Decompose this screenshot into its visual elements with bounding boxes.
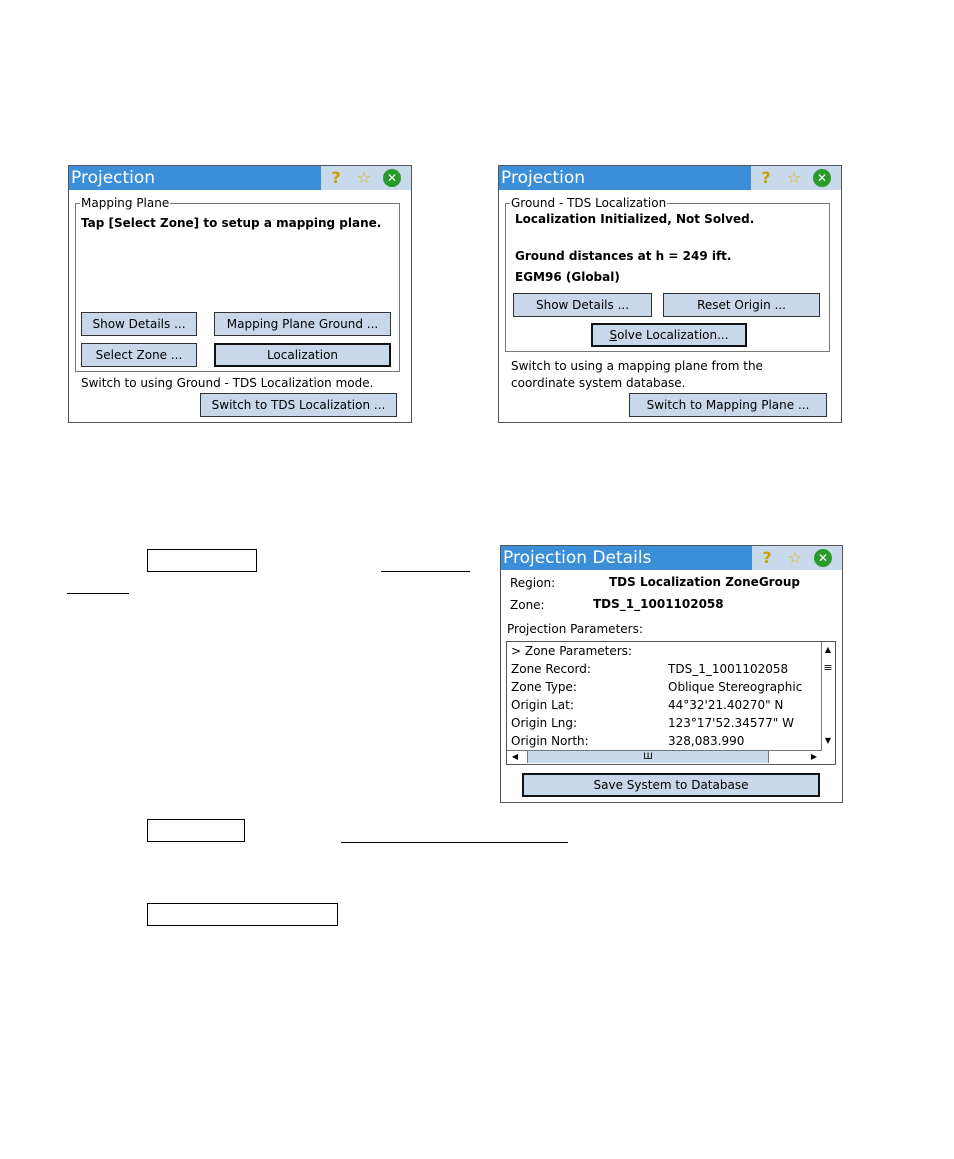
param-value: 44°32'21.40270" N (668, 698, 784, 712)
list-item: > Zone Parameters: (511, 644, 632, 658)
param-value: TDS_1_1001102058 (668, 662, 789, 676)
param-label: > Zone Parameters: (511, 644, 632, 658)
param-value: 123°17'52.34577" W (668, 716, 794, 730)
window-title: Projection Details (503, 548, 652, 568)
zone-value: TDS_1_1001102058 (593, 597, 724, 611)
horizontal-scrollbar[interactable]: ◀ Ш ▶ (507, 750, 822, 764)
list-item: Origin Lat: 44°32'21.40270" N (511, 698, 783, 712)
scroll-grip-icon[interactable]: ≡ (822, 662, 834, 674)
switch-to-tds-localization-button[interactable]: Switch to TDS Localization ... (200, 393, 397, 417)
localization-status: Localization Initialized, Not Solved. (515, 212, 755, 226)
list-item: Origin North: 328,083.990 (511, 734, 744, 748)
title-bar: Projection ? ☆ ✕ (499, 166, 841, 190)
favorite-star-icon[interactable]: ☆ (785, 169, 803, 187)
param-label: Origin Lat: (511, 698, 574, 712)
favorite-star-icon[interactable]: ☆ (355, 169, 373, 187)
projection-details-window: Projection Details ? ☆ ✕ Region: TDS Loc… (500, 545, 843, 803)
window-title: Projection (71, 168, 156, 188)
projection-window-tds-localization: Projection ? ☆ ✕ Ground - TDS Localizati… (498, 165, 842, 423)
mapping-plane-ground-button[interactable]: Mapping Plane Ground ... (214, 312, 391, 336)
solve-label: olve Localization... (617, 328, 729, 342)
solve-localization-button[interactable]: Solve Localization... (591, 323, 747, 347)
save-system-to-database-button[interactable]: Save System to Database (522, 773, 820, 797)
scroll-left-icon[interactable]: ◀ (509, 751, 521, 763)
group-legend: Ground - TDS Localization (511, 196, 667, 210)
text-placeholder-box (147, 903, 338, 926)
reset-origin-button[interactable]: Reset Origin ... (663, 293, 820, 317)
param-label: Origin North: (511, 734, 589, 748)
switch-to-mapping-plane-button[interactable]: Switch to Mapping Plane ... (629, 393, 827, 417)
underline-placeholder (341, 842, 568, 843)
scroll-grip-icon: Ш (643, 752, 653, 762)
zone-label: Zone: (510, 598, 545, 612)
param-label: Zone Record: (511, 662, 591, 676)
region-value: TDS Localization ZoneGroup (609, 575, 800, 589)
switch-mode-text: Switch to using Ground - TDS Localizatio… (81, 376, 374, 390)
title-icons: ? ☆ ✕ (321, 166, 411, 190)
close-icon[interactable]: ✕ (814, 549, 832, 567)
scroll-up-icon[interactable]: ▲ (822, 644, 834, 656)
projection-parameters-list[interactable]: > Zone Parameters: Zone Record: TDS_1_100… (506, 641, 836, 765)
favorite-star-icon[interactable]: ☆ (786, 549, 804, 567)
title-bar: Projection Details ? ☆ ✕ (501, 546, 842, 570)
list-item: Origin Lng: 123°17'52.34577" W (511, 716, 794, 730)
title-icons: ? ☆ ✕ (751, 166, 841, 190)
horizontal-scroll-thumb[interactable]: Ш (527, 751, 769, 763)
switch-text-line-1: Switch to using a mapping plane from the (511, 359, 763, 373)
param-value: Oblique Stereographic (668, 680, 803, 694)
title-bar: Projection ? ☆ ✕ (69, 166, 411, 190)
param-label: Origin Lng: (511, 716, 578, 730)
solve-mnemonic: S (609, 328, 618, 342)
select-zone-button[interactable]: Select Zone ... (81, 343, 197, 367)
param-label: Zone Type: (511, 680, 577, 694)
title-icons: ? ☆ ✕ (752, 546, 842, 570)
scroll-right-icon[interactable]: ▶ (808, 751, 820, 763)
help-icon[interactable]: ? (758, 549, 776, 567)
show-details-button[interactable]: Show Details ... (513, 293, 652, 317)
underline-placeholder (67, 593, 129, 594)
param-value: 328,083.990 (668, 734, 745, 748)
switch-text-line-2: coordinate system database. (511, 376, 686, 390)
projection-window-mapping-plane: Projection ? ☆ ✕ Mapping Plane Tap [Sele… (68, 165, 412, 423)
geoid-text: EGM96 (Global) (515, 270, 620, 284)
show-details-button[interactable]: Show Details ... (81, 312, 197, 336)
vertical-scrollbar[interactable]: ▲ ≡ ▼ (821, 642, 835, 751)
ground-distances-text: Ground distances at h = 249 ift. (515, 249, 732, 263)
scroll-down-icon[interactable]: ▼ (822, 735, 834, 747)
list-item: Zone Record: TDS_1_1001102058 (511, 662, 788, 676)
close-icon[interactable]: ✕ (383, 169, 401, 187)
text-placeholder-box (147, 549, 257, 572)
underline-placeholder (381, 571, 470, 572)
close-icon[interactable]: ✕ (813, 169, 831, 187)
list-item: Zone Type: Oblique Stereographic (511, 680, 802, 694)
group-legend: Mapping Plane (81, 196, 170, 210)
help-icon[interactable]: ? (757, 169, 775, 187)
projection-parameters-label: Projection Parameters: (507, 622, 643, 636)
text-placeholder-box (147, 819, 245, 842)
help-icon[interactable]: ? (327, 169, 345, 187)
region-label: Region: (510, 576, 556, 590)
setup-message: Tap [Select Zone] to setup a mapping pla… (81, 216, 382, 230)
window-title: Projection (501, 168, 586, 188)
localization-button[interactable]: Localization (214, 343, 391, 367)
